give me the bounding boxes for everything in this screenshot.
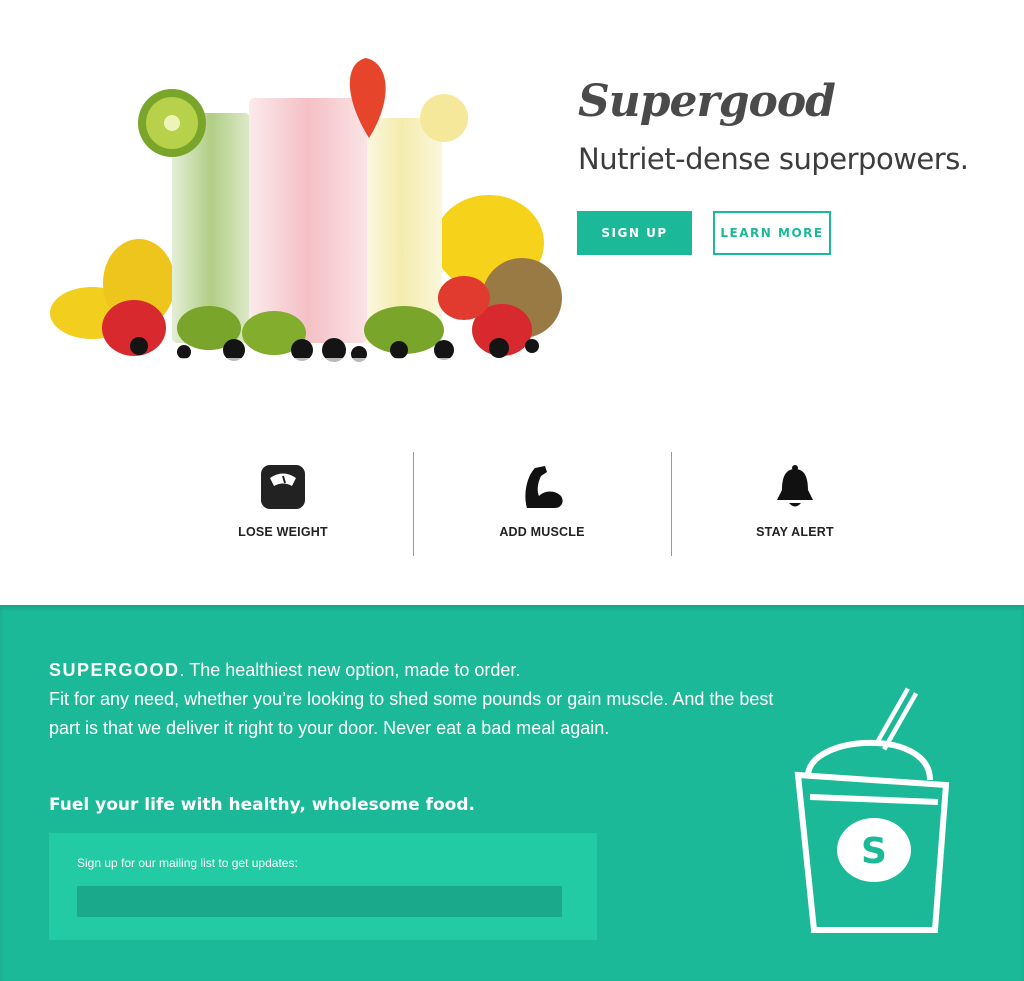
hero-tagline: Nutriet-dense superpowers.	[578, 142, 969, 176]
brand-caps: SUPERGOOD	[49, 660, 180, 680]
sign-up-button[interactable]: SIGN UP	[577, 211, 692, 255]
smoothie-hero-image	[44, 58, 564, 398]
feature-label: ADD MUSCLE	[499, 525, 585, 539]
feature-add-muscle: ADD MUSCLE	[422, 450, 662, 556]
about-headline: . The healthiest new option, made to ord…	[179, 660, 521, 680]
hero-section: Supergood Nutriet-dense superpowers. SIG…	[0, 0, 1024, 430]
about-section: SUPERGOOD. The healthiest new option, ma…	[0, 605, 1024, 981]
feature-divider	[671, 452, 672, 556]
feature-lose-weight: LOSE WEIGHT	[163, 450, 403, 556]
about-text: SUPERGOOD. The healthiest new option, ma…	[49, 656, 809, 743]
features-row: LOSE WEIGHT ADD MUSCLE STAY ALERT	[0, 450, 1024, 560]
brand-logo: Supergood	[578, 76, 836, 127]
mailing-list-label: Sign up for our mailing list to get upda…	[77, 856, 298, 870]
scale-icon	[261, 465, 305, 509]
flexed-arm-icon	[525, 466, 563, 508]
feature-stay-alert: STAY ALERT	[675, 450, 915, 556]
about-body: Fit for any need, whether you’re looking…	[49, 689, 774, 738]
bell-icon	[777, 465, 813, 507]
smoothie-cup-icon: S	[794, 687, 950, 933]
mailing-list-box: Sign up for our mailing list to get upda…	[49, 833, 597, 940]
feature-divider	[413, 452, 414, 556]
learn-more-button[interactable]: LEARN MORE	[713, 211, 831, 255]
feature-label: LOSE WEIGHT	[238, 525, 328, 539]
fuel-heading: Fuel your life with healthy, wholesome f…	[49, 795, 475, 815]
cup-logo-letter: S	[861, 831, 887, 872]
email-field[interactable]	[77, 886, 562, 917]
feature-label: STAY ALERT	[756, 525, 834, 539]
